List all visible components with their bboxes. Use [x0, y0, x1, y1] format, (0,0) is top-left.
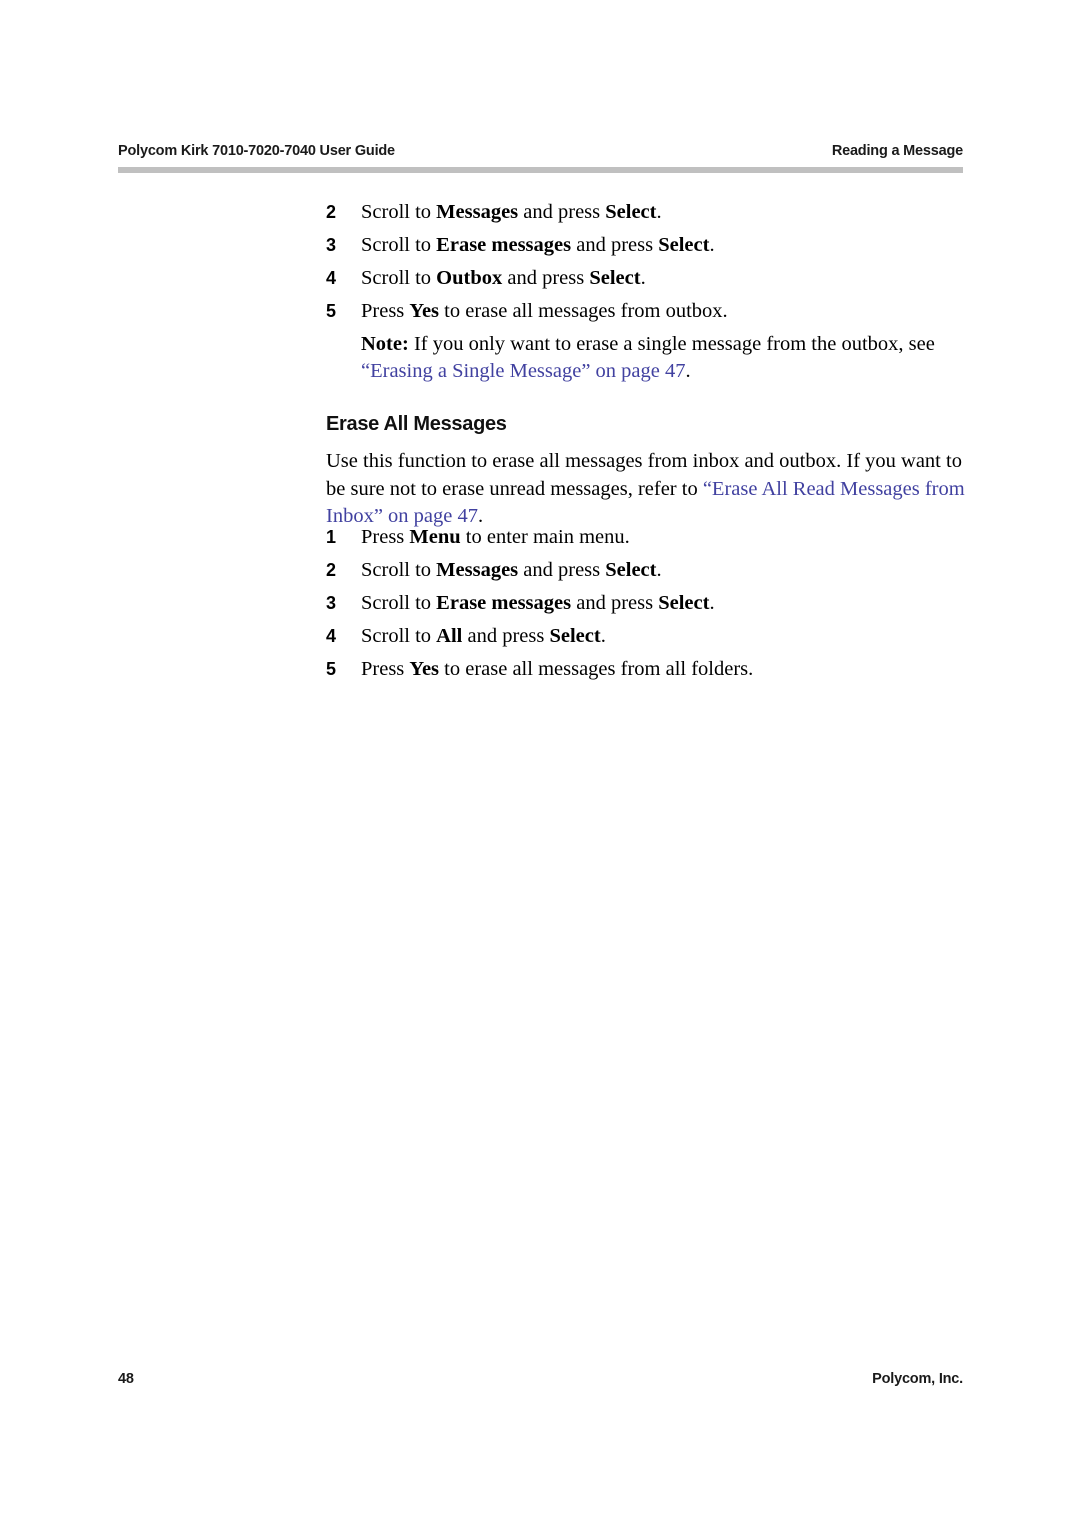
step-number: 5: [326, 659, 337, 679]
step-text-run: and press: [462, 625, 550, 647]
step-text-run: .: [656, 559, 662, 581]
step-keyword: Messages: [436, 201, 519, 223]
step-text: Scroll to Erase messages and press Selec…: [361, 234, 715, 256]
step-text-run: Scroll to: [361, 625, 437, 647]
section-paragraph: Use this function to erase all messages …: [326, 448, 966, 531]
step-text: Press Menu to enter main menu.: [361, 526, 630, 548]
step-keyword: Select: [605, 559, 657, 581]
footer-company: Polycom, Inc.: [872, 1371, 963, 1387]
step-text-run: to erase all messages from all folders.: [439, 658, 754, 680]
step-number: 3: [326, 593, 337, 613]
step-keyword: Erase messages: [436, 234, 572, 256]
step-number: 4: [326, 268, 337, 288]
running-header: Polycom Kirk 7010-7020-7040 User Guide R…: [118, 143, 963, 159]
list-item: 3 Scroll to Erase messages and press Sele…: [326, 229, 962, 262]
list-item: 3 Scroll to Erase messages and press Sele…: [326, 587, 962, 620]
list-item: 5 Press Yes to erase all messages from ou…: [326, 295, 962, 328]
list-item: 4 Scroll to All and press Select.: [326, 620, 962, 653]
step-keyword: Yes: [409, 300, 440, 322]
step-text-run: and press: [518, 559, 606, 581]
step-text-run: Scroll to: [361, 559, 437, 581]
step-text-run: to erase all messages from outbox.: [439, 300, 728, 322]
note-body-after: .: [685, 360, 691, 382]
header-rule-divider: [118, 167, 963, 173]
outbox-steps-section: 2 Scroll to Messages and press Select. 3 Sc…: [326, 196, 962, 385]
step-text: Scroll to Messages and press Select.: [361, 559, 662, 581]
step-keyword: Select: [658, 234, 710, 256]
list-item: 5 Press Yes to erase all messages from al…: [326, 653, 962, 686]
step-text-run: to enter main menu.: [460, 526, 630, 548]
step-text-run: Press: [361, 526, 410, 548]
step-keyword: Select: [549, 625, 601, 647]
step-text-run: Press: [361, 300, 410, 322]
step-keyword: Menu: [409, 526, 461, 548]
step-keyword: Select: [589, 267, 641, 289]
step-keyword: Yes: [409, 658, 440, 680]
step-text: Press Yes to erase all messages from all…: [361, 658, 753, 680]
step-text: Scroll to All and press Select.: [361, 625, 606, 647]
step-text: Scroll to Erase messages and press Selec…: [361, 592, 715, 614]
step-text-run: and press: [518, 201, 606, 223]
list-item: 2 Scroll to Messages and press Select.: [326, 196, 962, 229]
step-text-run: and press: [571, 592, 659, 614]
document-page: Polycom Kirk 7010-7020-7040 User Guide R…: [0, 0, 1080, 1526]
step-keyword: Outbox: [436, 267, 503, 289]
step-text-run: Scroll to: [361, 201, 437, 223]
erase-all-steps-list: 1 Press Menu to enter main menu. 2 Scroll t…: [326, 521, 962, 686]
step-text-run: .: [640, 267, 646, 289]
step-text: Press Yes to erase all messages from out…: [361, 300, 728, 322]
running-header-left: Polycom Kirk 7010-7020-7040 User Guide: [118, 143, 395, 159]
note-label: Note:: [361, 333, 409, 355]
step-number: 2: [326, 560, 337, 580]
step-text-run: .: [709, 234, 715, 256]
erase-all-steps-section: 1 Press Menu to enter main menu. 2 Scroll t…: [326, 521, 962, 686]
list-item: 4 Scroll to Outbox and press Select.: [326, 262, 962, 295]
step-number: 3: [326, 235, 337, 255]
step-keyword: All: [436, 625, 463, 647]
step-text-run: .: [600, 625, 606, 647]
step-number: 1: [326, 527, 337, 547]
step-number: 5: [326, 301, 337, 321]
step-keyword: Select: [605, 201, 657, 223]
step-number: 4: [326, 626, 337, 646]
step-text: Scroll to Outbox and press Select.: [361, 267, 646, 289]
step-number: 2: [326, 202, 337, 222]
step-text-run: .: [709, 592, 715, 614]
note-body-before: If you only want to erase a single messa…: [408, 333, 935, 355]
list-item: 2 Scroll to Messages and press Select.: [326, 554, 962, 587]
step-text-run: Press: [361, 658, 410, 680]
step-text: Scroll to Messages and press Select.: [361, 201, 662, 223]
note-block: Note: If you only want to erase a single…: [326, 331, 962, 385]
step-keyword: Erase messages: [436, 592, 572, 614]
step-text-run: Scroll to: [361, 592, 437, 614]
footer-page-number: 48: [118, 1371, 134, 1387]
outbox-steps-list: 2 Scroll to Messages and press Select. 3 Sc…: [326, 196, 962, 328]
step-text-run: Scroll to: [361, 234, 437, 256]
step-text-run: and press: [502, 267, 590, 289]
step-keyword: Messages: [436, 559, 519, 581]
step-text-run: and press: [571, 234, 659, 256]
step-text-run: .: [656, 201, 662, 223]
list-item: 1 Press Menu to enter main menu.: [326, 521, 962, 554]
note-cross-reference-link[interactable]: “Erasing a Single Message” on page 47: [361, 360, 686, 382]
running-header-right: Reading a Message: [831, 143, 963, 159]
step-text-run: Scroll to: [361, 267, 437, 289]
section-heading-erase-all-messages: Erase All Messages: [326, 413, 507, 435]
page-footer: 48 Polycom, Inc.: [118, 1371, 963, 1387]
step-keyword: Select: [658, 592, 710, 614]
